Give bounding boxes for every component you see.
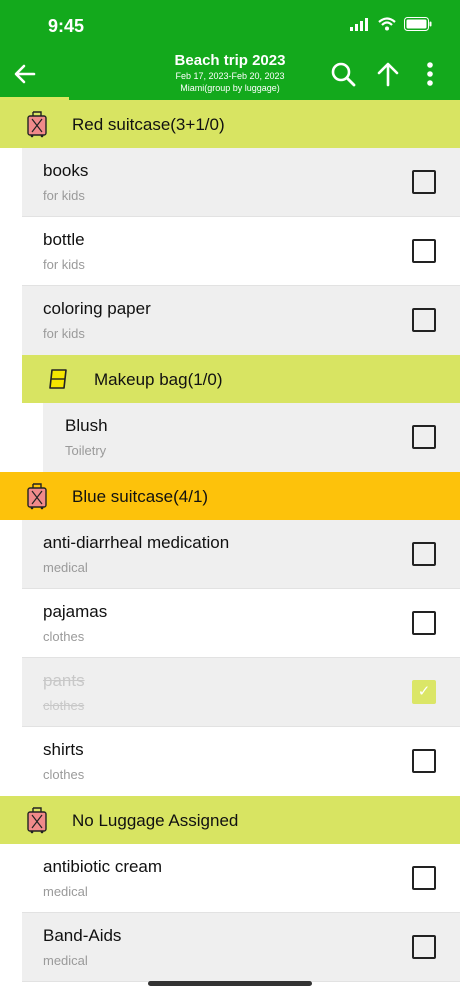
group-header-red-suitcase[interactable]: Red suitcase(3+1/0) xyxy=(0,100,460,148)
signal-icon xyxy=(350,17,368,31)
group-label: Blue suitcase(4/1) xyxy=(72,487,209,506)
item-category: for kids xyxy=(43,326,85,341)
trip-dates: Feb 17, 2023-Feb 20, 2023 xyxy=(175,71,285,81)
item-name: pajamas xyxy=(43,602,108,621)
list-item[interactable]: bottle for kids xyxy=(22,217,460,286)
list-item[interactable]: coloring paper for kids xyxy=(22,286,460,355)
item-name: Blush xyxy=(65,416,108,435)
list-item[interactable]: antibiotic cream medical xyxy=(22,844,460,913)
suitcase-icon xyxy=(27,483,47,510)
group-label: No Luggage Assigned xyxy=(72,811,239,830)
item-category: medical xyxy=(43,953,88,968)
item-checkbox[interactable] xyxy=(412,542,436,566)
title-block: Beach trip 2023 Feb 17, 2023-Feb 20, 202… xyxy=(130,52,330,94)
home-indicator[interactable] xyxy=(148,981,312,986)
item-checkbox[interactable] xyxy=(412,749,436,773)
item-category: medical xyxy=(43,560,88,575)
item-name: coloring paper xyxy=(43,299,151,318)
trip-location: Miami(group by luggage) xyxy=(180,83,280,93)
group-header-makeup-bag[interactable]: Makeup bag(1/0) xyxy=(22,355,460,403)
item-checkbox[interactable] xyxy=(412,170,436,194)
item-checkbox[interactable] xyxy=(412,866,436,890)
search-button[interactable] xyxy=(328,60,358,88)
list-item[interactable]: Band-Aids medical xyxy=(22,913,460,982)
list-item[interactable]: anti-diarrheal medication medical xyxy=(22,520,460,589)
scroll-top-button[interactable] xyxy=(373,60,403,88)
packing-list: Red suitcase(3+1/0) books for kids bottl… xyxy=(0,100,460,982)
item-name: antibiotic cream xyxy=(43,857,163,876)
list-item-checked[interactable]: pants clothes ✓ xyxy=(22,658,460,727)
item-checkbox[interactable] xyxy=(412,611,436,635)
item-category: clothes xyxy=(43,629,85,644)
list-item[interactable]: Blush Toiletry xyxy=(43,403,460,472)
makeup-bag-icon xyxy=(49,369,67,389)
wifi-icon xyxy=(378,17,396,31)
arrow-up-icon xyxy=(377,62,399,87)
item-name: shirts xyxy=(43,740,84,759)
back-button[interactable] xyxy=(10,60,40,88)
item-checkbox[interactable] xyxy=(412,308,436,332)
battery-icon xyxy=(404,17,432,31)
item-checkbox[interactable] xyxy=(412,425,436,449)
status-icons xyxy=(350,17,432,31)
suitcase-icon xyxy=(27,111,47,138)
item-name: anti-diarrheal medication xyxy=(43,533,230,552)
group-header-blue-suitcase[interactable]: Blue suitcase(4/1) xyxy=(0,472,460,520)
item-name: books xyxy=(43,161,89,180)
more-menu-button[interactable] xyxy=(418,60,442,88)
list-item[interactable]: shirts clothes xyxy=(22,727,460,796)
list-item[interactable]: books for kids xyxy=(22,148,460,217)
more-vertical-icon xyxy=(427,62,433,86)
item-checkbox-checked[interactable]: ✓ xyxy=(412,680,436,704)
item-category: medical xyxy=(43,884,88,899)
search-icon xyxy=(331,62,356,87)
item-category: for kids xyxy=(43,188,85,203)
item-name: bottle xyxy=(43,230,85,249)
group-label: Red suitcase(3+1/0) xyxy=(72,115,225,134)
list-item[interactable]: pajamas clothes xyxy=(22,589,460,658)
arrow-left-icon xyxy=(14,64,36,84)
group-header-no-luggage[interactable]: No Luggage Assigned xyxy=(0,796,460,844)
item-name: Band-Aids xyxy=(43,926,122,945)
trip-title: Beach trip 2023 xyxy=(174,52,286,69)
group-label: Makeup bag(1/0) xyxy=(94,370,223,389)
item-category: clothes xyxy=(43,698,85,713)
item-category: clothes xyxy=(43,767,85,782)
status-time: 9:45 xyxy=(48,16,85,36)
item-checkbox[interactable] xyxy=(412,239,436,263)
item-name: pants xyxy=(43,671,85,690)
item-checkbox[interactable] xyxy=(412,935,436,959)
item-category: Toiletry xyxy=(65,443,107,458)
item-category: for kids xyxy=(43,257,85,272)
suitcase-icon xyxy=(27,807,47,834)
app-header: Beach trip 2023 Feb 17, 2023-Feb 20, 202… xyxy=(0,48,460,100)
status-bar: 9:45 xyxy=(0,0,460,48)
